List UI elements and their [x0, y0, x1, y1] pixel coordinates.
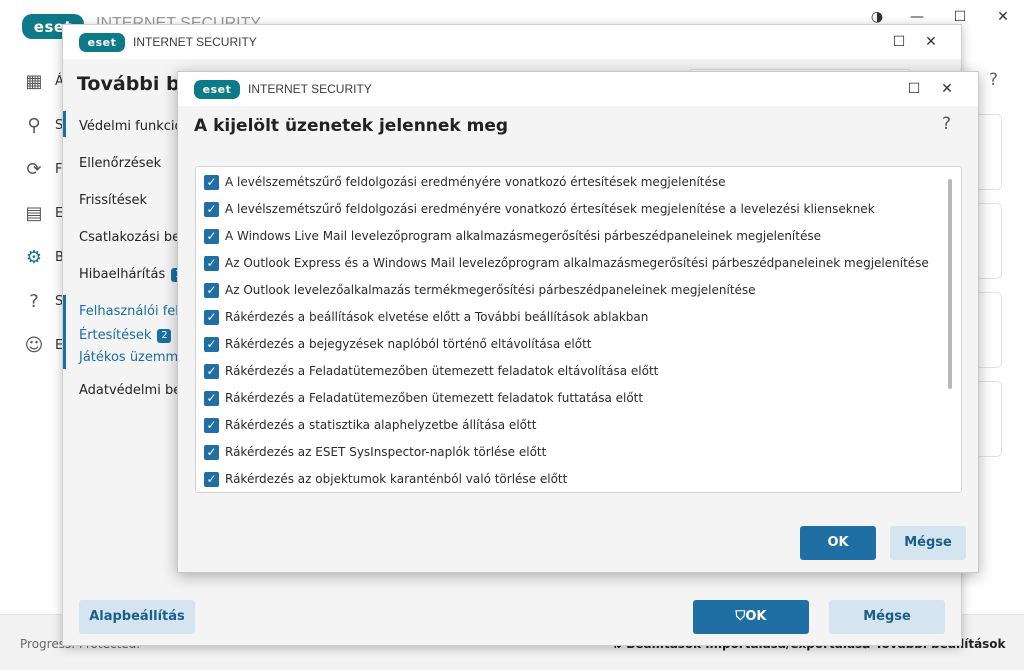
- list-item[interactable]: ✓ Rákérdezés a bejegyzések naplóból törté…: [204, 333, 592, 355]
- cancel-button[interactable]: Mégse: [829, 600, 945, 634]
- tools-icon[interactable]: ▤: [22, 202, 46, 226]
- eset-logo: eset: [79, 33, 125, 52]
- search-icon[interactable]: ⚲: [22, 114, 46, 138]
- checkbox-checked-icon[interactable]: ✓: [204, 336, 219, 352]
- nav-badge: 2: [157, 329, 172, 343]
- help-icon[interactable]: ?: [22, 290, 46, 314]
- main-help-icon[interactable]: ?: [989, 70, 998, 90]
- close-icon[interactable]: ✕: [993, 7, 1013, 27]
- product-name: INTERNET SECURITY: [133, 35, 257, 49]
- checkbox-checked-icon[interactable]: ✓: [204, 282, 219, 298]
- help-icon[interactable]: ?: [942, 114, 951, 134]
- nav-group-bar: [63, 295, 66, 369]
- update-icon[interactable]: ⟳: [22, 158, 46, 182]
- nav-active-bar: [63, 111, 66, 137]
- checkbox-checked-icon[interactable]: ✓: [204, 309, 219, 325]
- advanced-dialog-titlebar: eset INTERNET SECURITY ☐ ✕: [63, 25, 961, 59]
- list-item[interactable]: ✓ Rákérdezés a Feladatütemezőben ütemezet…: [204, 360, 658, 382]
- nav-item-protections[interactable]: Védelmi funkciók: [79, 119, 190, 134]
- maximize-icon[interactable]: ☐: [904, 79, 924, 99]
- checkbox-checked-icon[interactable]: ✓: [204, 201, 219, 217]
- messages-dialog-titlebar: eset INTERNET SECURITY ☐ ✕: [178, 72, 978, 106]
- ok-button[interactable]: OK: [800, 526, 876, 560]
- list-item[interactable]: ✓ A levélszemétszűrő feldolgozási eredmén…: [204, 198, 875, 220]
- list-scrollbar[interactable]: [948, 179, 952, 389]
- checkbox-checked-icon[interactable]: ✓: [204, 390, 219, 406]
- checkbox-checked-icon[interactable]: ✓: [204, 363, 219, 379]
- default-button[interactable]: Alapbeállítás: [79, 600, 195, 634]
- close-icon[interactable]: ✕: [921, 32, 941, 52]
- shown-messages-dialog: eset INTERNET SECURITY ☐ ✕ A kijelölt üz…: [177, 71, 979, 573]
- list-item[interactable]: ✓ Az Outlook levelezőalkalmazás termékmeg…: [204, 279, 756, 301]
- settings-gear-icon[interactable]: ⚙: [22, 246, 46, 270]
- list-item[interactable]: ✓ Rákérdezés a beállítások elvetése előtt…: [204, 306, 648, 328]
- messages-checkbox-list: ✓ A levélszemétszűrő feldolgozási eredmén…: [195, 166, 962, 493]
- checkbox-checked-icon[interactable]: ✓: [204, 444, 219, 460]
- overview-icon[interactable]: ▦: [22, 70, 46, 94]
- list-item[interactable]: ✓ A levélszemétszűrő feldolgozási eredmén…: [204, 171, 726, 193]
- checkbox-checked-icon[interactable]: ✓: [204, 174, 219, 190]
- list-item[interactable]: ✓ A Windows Live Mail levelezőprogram alk…: [204, 225, 821, 247]
- nav-item-scans[interactable]: Ellenőrzések: [79, 156, 161, 171]
- checkbox-checked-icon[interactable]: ✓: [204, 417, 219, 433]
- messages-dialog-title: A kijelölt üzenetek jelennek meg: [194, 116, 509, 136]
- eset-logo: eset: [194, 80, 240, 99]
- list-item[interactable]: ✓ Rákérdezés a statisztika alaphelyzetbe …: [204, 414, 536, 436]
- account-icon[interactable]: ☺: [22, 334, 46, 358]
- nav-item-updates[interactable]: Frissítések: [79, 193, 147, 208]
- nav-item-notifications[interactable]: Értesítések 2: [79, 328, 172, 343]
- nav-item-troubleshooting[interactable]: Hibaelhárítás1: [79, 267, 186, 282]
- checkbox-checked-icon[interactable]: ✓: [204, 255, 219, 271]
- list-item[interactable]: ✓ Rákérdezés az objektumok karanténból va…: [204, 468, 567, 490]
- close-icon[interactable]: ✕: [937, 79, 957, 99]
- product-name: INTERNET SECURITY: [248, 82, 372, 96]
- cancel-button[interactable]: Mégse: [890, 526, 966, 560]
- list-item[interactable]: ✓ Rákérdezés az ESET SysInspector-naplók …: [204, 441, 546, 463]
- list-item[interactable]: ✓ Rákérdezés a Feladatütemezőben ütemezet…: [204, 387, 643, 409]
- list-item[interactable]: ✓ Az Outlook Express és a Windows Mail le…: [204, 252, 929, 274]
- checkbox-checked-icon[interactable]: ✓: [204, 471, 219, 487]
- ok-button[interactable]: ⛉OK: [693, 600, 809, 634]
- checkbox-checked-icon[interactable]: ✓: [204, 228, 219, 244]
- shield-icon: ⛉: [735, 609, 746, 624]
- maximize-icon[interactable]: ☐: [889, 32, 909, 52]
